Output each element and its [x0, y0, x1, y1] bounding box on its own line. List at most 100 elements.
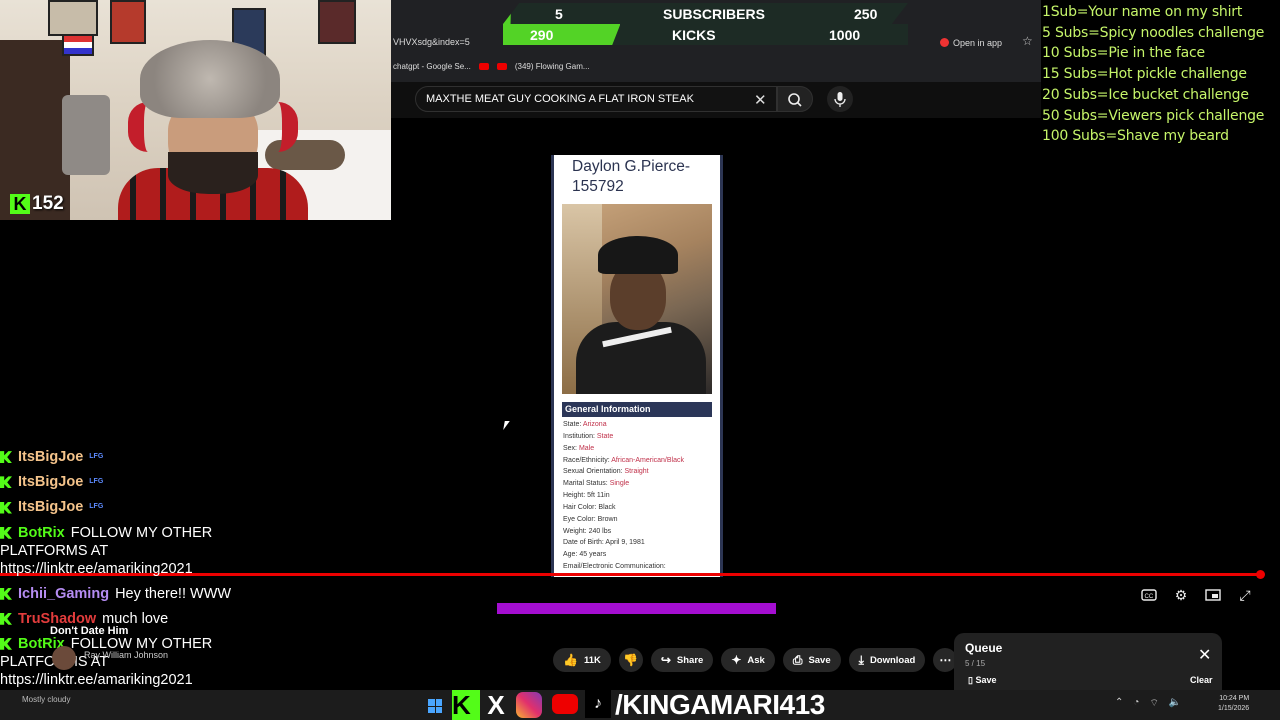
info-row: Email/Electronic Communication: [563, 561, 720, 573]
address-bar[interactable]: VHVXsdg&index=5 [393, 37, 470, 47]
share-label: Share [676, 654, 704, 666]
clock-time: 10:24 PM [1219, 695, 1250, 702]
wall-poster [318, 0, 356, 44]
info-row: Age: 45 years [563, 549, 720, 561]
save-button[interactable]: ⎙ Save [782, 648, 841, 672]
network-icon[interactable]: ◔ [1133, 697, 1139, 710]
captions-icon[interactable]: CC [1140, 586, 1158, 604]
youtube-social-icon [552, 694, 578, 714]
fullscreen-icon[interactable]: ⤢ [1236, 586, 1254, 604]
chat-username[interactable]: ItsBigJoe [18, 449, 83, 465]
chat-username[interactable]: Ichii_Gaming [18, 586, 109, 602]
flag-poster [62, 34, 94, 56]
chat-username[interactable]: ItsBigJoe [18, 499, 83, 515]
rule-item: 20 Subs=Ice bucket challenge [1042, 86, 1249, 103]
settings-gear-icon[interactable]: ⚙ [1172, 586, 1190, 604]
voice-search-button[interactable] [827, 86, 853, 112]
info-value: Male [578, 444, 595, 452]
chat-message: BotRix FOLLOW MY OTHER PLATFORMS AT https… [0, 635, 245, 689]
info-row: Eye Color: Brown [563, 514, 720, 526]
bookmark-flowing-games[interactable]: (349) Flowing Gam... [515, 62, 590, 71]
queue-save-label: Save [975, 675, 997, 685]
x-social-icon: X [487, 689, 505, 720]
bookmark-star-icon[interactable]: ☆ [1022, 34, 1033, 48]
rule-item: 15 Subs=Hot pickle challenge [1042, 66, 1247, 83]
chat-text: Hey there!! WWW [115, 585, 232, 602]
dislike-button[interactable]: 👎 [618, 648, 643, 672]
volume-icon[interactable]: 🔈 [1169, 697, 1181, 710]
subscribers-label: SUBSCRIBERS [663, 5, 765, 22]
more-icon: ⋯ [939, 653, 952, 667]
wifi-icon[interactable]: ⌔ [1149, 697, 1158, 710]
open-in-app-button[interactable]: Open in app [940, 35, 1002, 50]
kick-badge-icon [0, 451, 12, 464]
viewer-count-value: 152 [32, 193, 64, 214]
chat-message: ItsBigJoe LFG [0, 473, 245, 491]
info-label: State: [563, 421, 582, 428]
taskbar-clock[interactable]: 10:24 PM 1/15/2026 [1218, 694, 1249, 714]
subscribers-current: 5 [555, 5, 563, 22]
info-value: Brown [597, 515, 618, 523]
progress-scrubber[interactable] [1256, 570, 1265, 579]
instagram-social-icon [516, 692, 542, 718]
clock-date: 1/15/2026 [1218, 705, 1250, 712]
streamer [118, 40, 308, 220]
search-icon [788, 93, 802, 107]
chat-message: BotRix FOLLOW MY OTHER PLATFORMS AT https… [0, 524, 245, 578]
goal-overlay: 5 SUBSCRIBERS 250 290 KICKS 1000 [503, 3, 908, 45]
info-value: April 9, 1981 [605, 539, 645, 547]
video-actions: 👍 11K 👎 ↪ Share ✦ Ask ⎙ Save ⤓ Download ⋯ [553, 648, 958, 672]
bookmark-icon: ⎙ [792, 652, 803, 667]
miniplayer-icon[interactable] [1204, 586, 1222, 604]
weather-widget[interactable]: Mostly cloudy [22, 695, 70, 704]
info-row: Race/Ethnicity: African-American/Black [563, 455, 720, 467]
svg-text:CC: CC [1145, 594, 1154, 600]
kicks-target: 1000 [829, 26, 861, 43]
info-value: Arizona [582, 421, 607, 428]
chat-username[interactable]: BotRix [18, 525, 65, 541]
tiktok-social-icon: ♪ [585, 690, 611, 718]
info-row: Height: 5ft 11in [563, 490, 720, 502]
rule-item: 100 Subs=Shave my beard [1042, 128, 1229, 145]
system-tray: ⌃ ◔ ⌔ 🔈 [1115, 697, 1181, 710]
profile-name: Daylon G.Pierce-155792 [572, 158, 691, 195]
stream-screen: K 152 VHVXsdg&index=5 Open in app ☆ chat… [0, 0, 1280, 720]
queue-save-button[interactable]: ▯ Save [968, 675, 996, 686]
windows-start-icon[interactable] [428, 699, 442, 713]
photo-cap [598, 236, 678, 274]
youtube-bookmark-icon [478, 62, 489, 70]
clear-search-icon[interactable]: ✕ [754, 91, 767, 109]
share-button[interactable]: ↪ Share [650, 648, 714, 672]
chevron-up-icon[interactable]: ⌃ [1115, 697, 1123, 710]
chat-username[interactable]: ItsBigJoe [18, 474, 83, 490]
close-queue-icon[interactable]: ✕ [1198, 645, 1211, 665]
subscribers-goal: 5 SUBSCRIBERS 250 [503, 3, 908, 24]
rule-item: 5 Subs=Spicy noodles challenge [1042, 24, 1265, 41]
info-row: Date of Birth: April 9, 1981 [563, 537, 720, 549]
channel-avatar[interactable] [52, 646, 76, 670]
bookmark-chatgpt[interactable]: chatgpt - Google Se... [393, 62, 471, 71]
search-query: MAXTHE MEAT GUY COOKING A FLAT IRON STEA… [426, 93, 694, 105]
kick-badge-icon [0, 476, 12, 489]
open-in-app-label: Open in app [953, 37, 1003, 48]
thumbs-down-icon: 👎 [623, 653, 639, 667]
fur-hat [140, 40, 280, 118]
kick-badge-icon [0, 612, 12, 625]
search-button[interactable] [777, 86, 813, 112]
info-row: State: Arizona [563, 419, 720, 431]
rule-item: 50 Subs=Viewers pick challenge [1042, 107, 1265, 124]
like-button[interactable]: 👍 11K [553, 648, 611, 672]
kick-badge-icon [0, 637, 12, 650]
queue-clear-button[interactable]: Clear [1190, 675, 1213, 685]
kicks-goal: 290 KICKS 1000 [503, 24, 908, 45]
channel-name[interactable]: Ray William Johnson [84, 650, 168, 660]
chat-badge: LFG [89, 503, 104, 511]
bookmarks-bar: chatgpt - Google Se... (349) Flowing Gam… [393, 58, 590, 74]
info-row: Sex: Male [563, 443, 720, 455]
ask-button[interactable]: ✦ Ask [721, 648, 775, 672]
download-icon: ⤓ [858, 652, 864, 667]
download-button[interactable]: ⤓ Download [848, 648, 926, 672]
info-label: Race/Ethnicity: [563, 456, 610, 464]
profile-photo [562, 204, 712, 394]
kick-social-icon: K [452, 690, 480, 720]
